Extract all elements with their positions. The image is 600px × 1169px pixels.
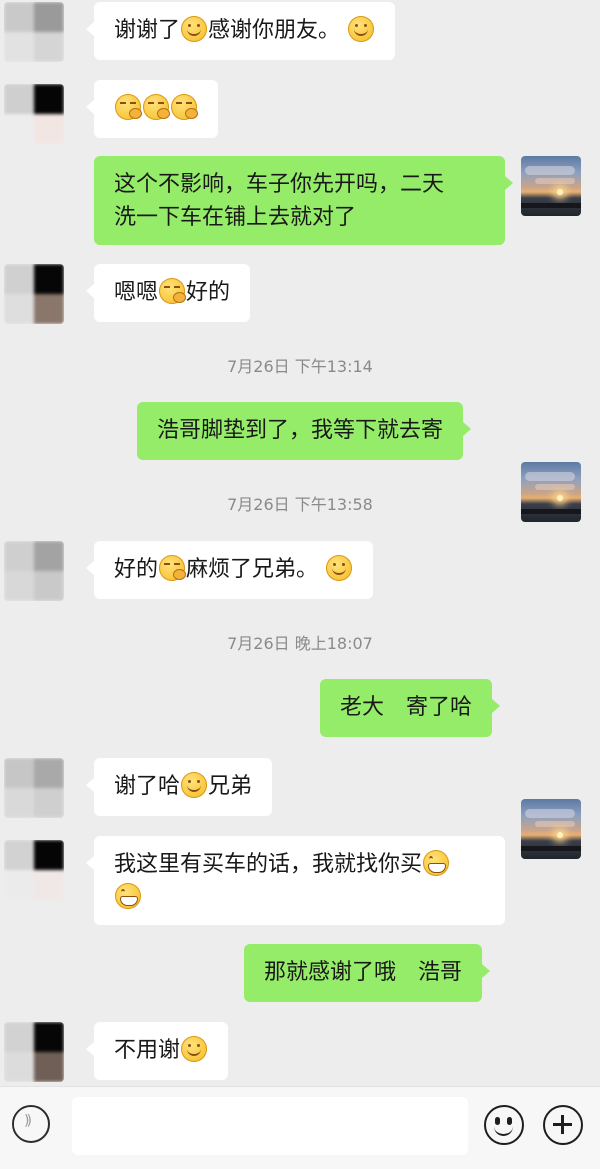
message-input[interactable] bbox=[72, 1097, 468, 1155]
friend-avatar[interactable] bbox=[4, 264, 64, 324]
message-text: 麻烦了兄弟。 bbox=[186, 557, 319, 582]
timestamp: 7月26日 下午13:58 bbox=[227, 495, 373, 514]
outgoing-message-bubble[interactable]: 浩哥脚垫到了，我等下就去寄 bbox=[137, 402, 472, 460]
message-text: 嗯嗯 bbox=[114, 280, 159, 305]
friend-avatar[interactable] bbox=[4, 1022, 64, 1082]
timestamp: 7月26日 晚上18:07 bbox=[227, 634, 373, 653]
message-text: 兄弟 bbox=[208, 774, 253, 799]
message-text: 好的 bbox=[114, 557, 159, 582]
friend-avatar[interactable] bbox=[4, 84, 64, 144]
my-avatar[interactable] bbox=[521, 799, 581, 859]
outgoing-message-bubble[interactable]: 这个不影响，车子你先开吗，二天 洗一下车在铺上去就对了 bbox=[94, 156, 513, 245]
smile-emoji-icon bbox=[181, 772, 208, 798]
grin-emoji-icon bbox=[115, 883, 141, 909]
outgoing-message-bubble[interactable]: 那就感谢了哦 浩哥 bbox=[244, 944, 491, 1002]
sly-smile-emoji-icon bbox=[143, 94, 170, 120]
outgoing-message-bubble[interactable]: 老大 寄了哈 bbox=[320, 679, 501, 737]
smile-emoji-icon bbox=[348, 16, 375, 42]
message-text: 感谢你朋友。 bbox=[208, 18, 341, 43]
message-text: 我这里有买车的话，我就找你买 bbox=[114, 852, 423, 877]
message-text: 洗一下车在铺上去就对了 bbox=[114, 205, 357, 230]
sly-smile-emoji-icon bbox=[159, 278, 187, 304]
friend-avatar[interactable] bbox=[4, 541, 64, 601]
friend-avatar[interactable] bbox=[4, 758, 64, 818]
message-text: 这个不影响，车子你先开吗，二天 bbox=[114, 172, 445, 197]
sly-smile-emoji-icon bbox=[115, 94, 142, 120]
timestamp: 7月26日 下午13:14 bbox=[227, 357, 373, 376]
friend-avatar[interactable] bbox=[4, 840, 64, 900]
chat-message-list[interactable]: 谢谢了 感谢你朋友。 这个不影响，车子你先开吗，二天 洗一下车在铺上去就对了 嗯嗯… bbox=[0, 0, 600, 1086]
smile-emoji-icon bbox=[326, 555, 353, 581]
incoming-message-bubble[interactable]: 谢谢了 感谢你朋友。 bbox=[85, 2, 396, 60]
voice-input-icon[interactable] bbox=[12, 1105, 50, 1143]
message-text: 好的 bbox=[186, 280, 231, 305]
plus-circle-icon[interactable] bbox=[543, 1105, 583, 1145]
friend-avatar[interactable] bbox=[4, 2, 64, 62]
message-text: 浩哥脚垫到了，我等下就去寄 bbox=[157, 418, 444, 443]
incoming-message-bubble[interactable]: 我这里有买车的话，我就找你买 bbox=[86, 836, 505, 925]
message-text: 老大 寄了哈 bbox=[340, 695, 473, 720]
message-text: 谢谢了 bbox=[114, 18, 181, 43]
emoji-face-icon[interactable] bbox=[484, 1105, 524, 1145]
sly-smile-emoji-icon bbox=[171, 94, 198, 120]
chat-input-bar bbox=[0, 1086, 600, 1169]
incoming-message-bubble[interactable] bbox=[86, 80, 218, 138]
incoming-message-bubble[interactable]: 不用谢 bbox=[85, 1022, 229, 1080]
incoming-message-bubble[interactable]: 好的 麻烦了兄弟。 bbox=[85, 541, 374, 599]
message-text: 那就感谢了哦 浩哥 bbox=[264, 960, 463, 985]
grin-emoji-icon bbox=[423, 850, 450, 876]
message-text: 谢了哈 bbox=[114, 774, 181, 799]
smile-emoji-icon bbox=[181, 16, 208, 42]
smile-emoji-icon bbox=[181, 1036, 208, 1062]
message-text: 不用谢 bbox=[114, 1038, 181, 1063]
my-avatar[interactable] bbox=[521, 156, 581, 216]
incoming-message-bubble[interactable]: 谢了哈 兄弟 bbox=[85, 758, 273, 816]
sly-smile-emoji-icon bbox=[159, 555, 187, 581]
incoming-message-bubble[interactable]: 嗯嗯 好的 bbox=[85, 264, 251, 322]
